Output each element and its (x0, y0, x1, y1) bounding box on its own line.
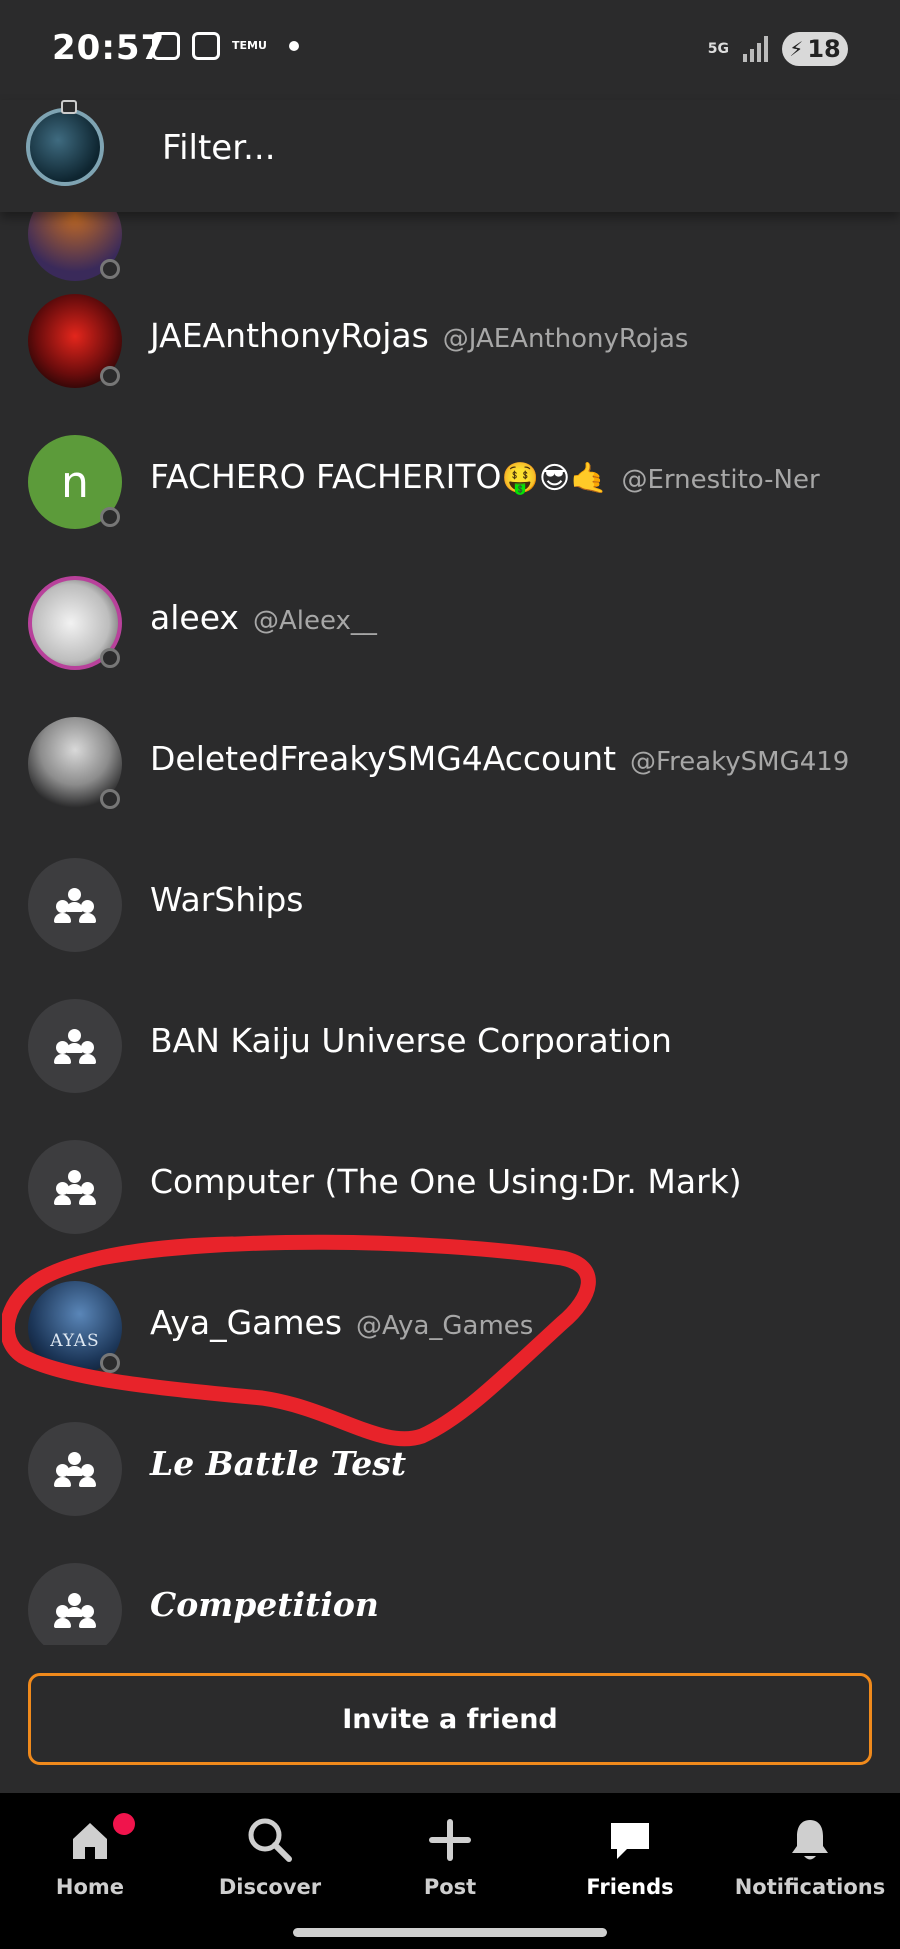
status-time: 20:57 (52, 28, 166, 68)
notification-icons: TEMU (152, 32, 299, 60)
group-avatar (28, 1422, 122, 1516)
friend-row[interactable]: DeletedFreakySMG4Account @FreakySMG419 (0, 694, 900, 835)
offline-status-icon (100, 507, 120, 527)
group-icon (54, 1029, 96, 1064)
group-name: Le Battle Test (150, 1444, 407, 1483)
search-icon (248, 1818, 292, 1862)
signal-icon (743, 36, 768, 62)
friend-name: DeletedFreakySMG4Account (150, 739, 617, 778)
offline-status-icon (100, 789, 120, 809)
group-row[interactable]: WarShips (0, 835, 900, 976)
charging-icon: ⚡ (789, 37, 804, 61)
nav-label: Friends (586, 1875, 674, 1899)
bell-icon (792, 1820, 828, 1860)
friend-avatar (28, 294, 122, 388)
group-row[interactable]: Competition (0, 1540, 900, 1645)
chat-icon (611, 1823, 649, 1859)
friend-name: FACHERO FACHERITO (150, 457, 502, 496)
filter-input[interactable] (160, 122, 804, 174)
battery-indicator: ⚡ 18 (782, 32, 848, 66)
group-avatar (28, 1563, 122, 1645)
network-type: 5G (707, 41, 729, 57)
group-name: Computer (The One Using:Dr. Mark) (150, 1162, 742, 1201)
group-avatar (28, 999, 122, 1093)
screenshot-icon (152, 32, 180, 60)
friend-row[interactable]: aleex @Aleex__ (0, 553, 900, 694)
friend-handle: @Aleex__ (252, 606, 377, 636)
group-avatar (28, 1140, 122, 1234)
friend-handle: @Aya_Games (356, 1311, 534, 1341)
group-name: BAN Kaiju Universe Corporation (150, 1021, 672, 1060)
nav-discover[interactable]: Discover (180, 1811, 360, 1899)
friend-emoji: 🤑😎🤙 (501, 461, 608, 496)
lock-icon (61, 100, 77, 114)
screen-record-icon (192, 32, 220, 60)
nav-post[interactable]: Post (360, 1811, 540, 1899)
friend-avatar (28, 717, 122, 811)
more-notifications-dot (288, 41, 299, 51)
group-row[interactable]: BAN Kaiju Universe Corporation (0, 976, 900, 1117)
group-icon (54, 1452, 96, 1487)
offline-status-icon (100, 366, 120, 386)
group-row[interactable]: Le Battle Test (0, 1399, 900, 1540)
nav-label: Notifications (734, 1875, 886, 1899)
bottom-nav: Home Discover Post Friends Notifications (0, 1793, 900, 1949)
temu-icon: TEMU (232, 39, 267, 52)
group-row[interactable]: Computer (The One Using:Dr. Mark) (0, 1117, 900, 1258)
plus-icon (429, 1819, 471, 1861)
friend-row[interactable]: JAEAnthonyRojas @JAEAnthonyRojas (0, 271, 900, 412)
group-icon (54, 1170, 96, 1205)
nav-notifications[interactable]: Notifications (720, 1811, 900, 1899)
friend-avatar: AYAS (28, 1281, 122, 1375)
invite-area: Invite a friend (0, 1645, 900, 1793)
group-icon (54, 1593, 96, 1628)
nav-label: Home (55, 1875, 125, 1899)
offline-status-icon (100, 648, 120, 668)
friend-avatar (28, 576, 122, 670)
friend-name: JAEAnthonyRojas (150, 316, 429, 355)
offline-status-icon (100, 1353, 120, 1373)
friend-handle: @JAEAnthonyRojas (442, 324, 689, 354)
invite-friend-button[interactable]: Invite a friend (28, 1673, 872, 1765)
group-name: Competition (150, 1585, 379, 1624)
friend-handle: @FreakySMG419 (630, 747, 850, 777)
filter-header (0, 100, 900, 212)
nav-home[interactable]: Home (0, 1811, 180, 1899)
friends-list[interactable]: JAEAnthonyRojas @JAEAnthonyRojas n FACHER… (0, 100, 900, 1645)
group-avatar (28, 858, 122, 952)
friend-row[interactable]: n FACHERO FACHERITO🤑😎🤙 @Ernestito-Ner (0, 412, 900, 553)
friend-avatar: n (28, 435, 122, 529)
nav-friends[interactable]: Friends (540, 1811, 720, 1899)
friend-name: Aya_Games (150, 1303, 343, 1342)
home-icon (73, 1823, 107, 1859)
group-icon (54, 888, 96, 923)
avatar-text: AYAS (50, 1331, 100, 1351)
status-bar: 20:57 TEMU 5G ⚡ 18 (0, 0, 900, 100)
friend-handle: @Ernestito-Ner (621, 465, 820, 495)
nav-label: Post (423, 1875, 477, 1899)
friend-row[interactable]: AYAS Aya_Games @Aya_Games (0, 1258, 900, 1399)
profile-avatar[interactable] (26, 100, 104, 186)
home-indicator[interactable] (293, 1928, 607, 1937)
notification-badge (113, 1813, 135, 1835)
friend-name: aleex (150, 598, 239, 637)
nav-label: Discover (218, 1875, 322, 1899)
battery-level: 18 (807, 35, 841, 63)
group-name: WarShips (150, 880, 304, 919)
